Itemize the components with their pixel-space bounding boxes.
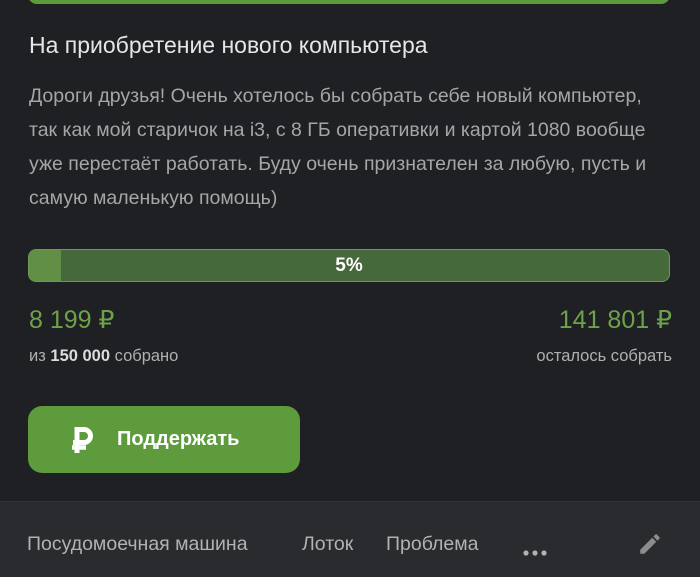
fundraiser-progress-bar: 5% xyxy=(28,249,670,282)
goal-prefix: из xyxy=(29,347,46,365)
tag-dishwasher[interactable]: Посудомоечная машина xyxy=(27,533,248,556)
progress-percent-label: 5% xyxy=(335,254,363,276)
tag-tray[interactable]: Лоток xyxy=(302,533,353,556)
goal-amount: 150 000 xyxy=(50,347,111,365)
remaining-amount: 141 801 ₽ xyxy=(558,306,672,334)
ruble-icon xyxy=(70,425,100,455)
collected-amount: 8 199 ₽ xyxy=(29,306,115,334)
goal-suffix: собрано xyxy=(114,347,179,365)
post-description: Дороги друзья! Очень хотелось бы собрать… xyxy=(29,85,647,209)
pencil-icon[interactable] xyxy=(637,531,663,557)
previous-card-button-edge xyxy=(28,0,670,4)
support-button[interactable]: Поддержать xyxy=(28,406,300,473)
more-horizontal-icon[interactable] xyxy=(523,543,547,556)
remaining-caption: осталось собрать xyxy=(536,347,672,365)
tag-problem[interactable]: Проблема xyxy=(386,533,478,556)
tags-bar: Посудомоечная машина Лоток Проблема xyxy=(0,501,700,577)
goal-caption: из 150 000 собрано xyxy=(29,347,178,366)
support-button-label: Поддержать xyxy=(117,428,240,450)
post-title: На приобретение нового компьютера xyxy=(29,32,428,58)
